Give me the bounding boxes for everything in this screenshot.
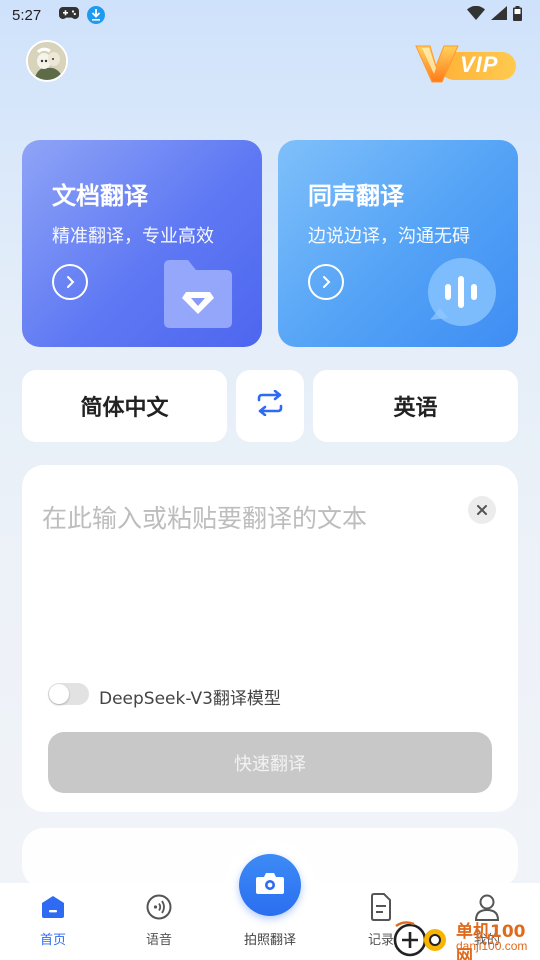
arrow-right-icon[interactable]: [52, 264, 88, 300]
photo-translate-button[interactable]: [239, 854, 301, 916]
tab-record-label: 记录: [367, 933, 394, 948]
model-toggle-label: DeepSeek-V3翻译模型: [99, 689, 281, 709]
record-icon: [367, 893, 395, 921]
download-icon: [87, 6, 106, 24]
tab-voice-label: 语音: [145, 933, 172, 948]
clear-button[interactable]: [468, 496, 496, 524]
home-icon: [39, 893, 67, 921]
doc-translate-subtitle: 精准翻译，专业高效: [52, 226, 214, 247]
vip-label: VIP: [460, 52, 499, 77]
doc-translate-title: 文档翻译: [52, 182, 148, 210]
voice-bubble-icon: [424, 254, 496, 338]
swap-language-button[interactable]: [236, 370, 304, 442]
signal-icon: [491, 6, 507, 24]
quick-translate-label: 快速翻译: [234, 753, 306, 775]
voice-translate-subtitle: 边说边译，沟通无碍: [308, 226, 470, 247]
quick-translate-button[interactable]: 快速翻译: [48, 732, 492, 793]
arrow-right-icon[interactable]: [308, 264, 344, 300]
camera-icon: [255, 871, 285, 899]
tab-home-label: 首页: [39, 933, 66, 948]
gamepad-icon: [59, 6, 80, 24]
model-toggle[interactable]: [48, 683, 89, 705]
source-language-button[interactable]: 简体中文: [22, 370, 227, 442]
translation-input-card: 在此输入或粘贴要翻译的文本 DeepSeek-V3翻译模型 快速翻译: [22, 465, 518, 812]
watermark: 单机100网 danji100.com: [392, 914, 540, 960]
tab-voice[interactable]: 语音: [119, 893, 199, 953]
watermark-logo: [392, 918, 452, 958]
watermark-url: danji100.com: [456, 939, 528, 953]
wifi-icon: [467, 5, 485, 24]
avatar[interactable]: [26, 40, 68, 82]
translation-input[interactable]: 在此输入或粘贴要翻译的文本: [42, 499, 367, 535]
status-time: 5:27: [12, 6, 42, 24]
folder-diamond-icon: [162, 258, 234, 334]
toggle-knob: [49, 684, 69, 704]
tab-home[interactable]: 首页: [13, 893, 93, 953]
status-bar: 5:27: [0, 0, 540, 30]
target-language-button[interactable]: 英语: [313, 370, 518, 442]
source-language-label: 简体中文: [80, 396, 169, 421]
voice-translate-card[interactable]: 同声翻译 边说边译，沟通无碍: [278, 140, 518, 347]
close-icon: [476, 501, 488, 520]
voice-translate-title: 同声翻译: [308, 182, 404, 210]
target-language-label: 英语: [393, 396, 438, 421]
tab-photo-translate-label: 拍照翻译: [243, 933, 296, 948]
battery-icon: [513, 5, 522, 25]
doc-translate-card[interactable]: 文档翻译 精准翻译，专业高效: [22, 140, 262, 347]
swap-arrows-icon: [255, 389, 285, 422]
voice-icon: [145, 893, 173, 921]
